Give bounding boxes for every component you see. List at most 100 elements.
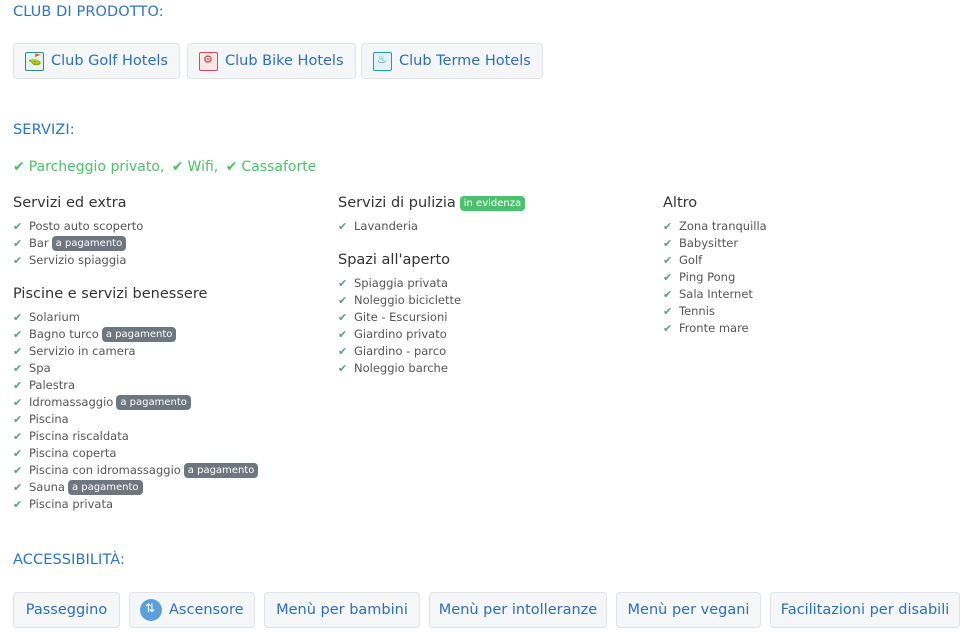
check-icon: ✔: [663, 271, 673, 284]
list-item: ✔ Palestra: [13, 377, 313, 394]
item-label: Fronte mare: [679, 321, 749, 335]
item-label: Piscina coperta: [29, 446, 117, 460]
button-label: Facilitazioni per disabili: [780, 602, 950, 618]
item-label: Sauna: [29, 480, 65, 494]
top-service-item: Parcheggio privato,: [28, 159, 165, 175]
group-title: Servizi ed extra: [13, 195, 127, 211]
button-label: Menù per bambini: [276, 602, 408, 618]
check-icon: ✔: [13, 430, 23, 443]
club-bike-button[interactable]: Club Bike Hotels: [187, 43, 356, 79]
services-column-3: Altro ✔ Zona tranquilla ✔ Babysitter ✔ Golf…: [663, 192, 963, 337]
list-item: ✔ Servizio spiaggia: [13, 252, 313, 269]
club-terme-button[interactable]: Club Terme Hotels: [361, 43, 543, 79]
check-icon: ✔: [338, 277, 348, 290]
passeggino-button[interactable]: Passeggino: [13, 592, 120, 628]
check-icon: ✔: [338, 220, 348, 233]
accessibilita-section-title: ACCESSIBILITÀ:: [13, 552, 126, 568]
item-label: Sala Internet: [679, 287, 753, 301]
item-label: Giardino privato: [354, 327, 447, 341]
item-label: Giardino - parco: [354, 344, 447, 358]
item-label: Idromassaggio: [29, 395, 114, 409]
check-icon: ✔: [171, 159, 184, 175]
check-icon: ✔: [13, 379, 23, 392]
check-icon: ✔: [13, 413, 23, 426]
item-label: Golf: [679, 253, 703, 267]
check-icon: ✔: [13, 447, 23, 460]
item-label: Piscina privata: [29, 497, 114, 511]
check-icon: ✔: [13, 362, 23, 375]
check-icon: ✔: [663, 237, 673, 250]
list-item: ✔ Lavanderia: [338, 218, 638, 235]
club-section-title: CLUB DI PRODOTTO:: [13, 4, 164, 20]
list-item: ✔ Golf: [663, 252, 963, 269]
item-label: Piscina riscaldata: [29, 429, 129, 443]
golf-icon: [25, 51, 44, 71]
list-item: ✔ Ping Pong: [663, 269, 963, 286]
list-item: ✔ Solarium: [13, 309, 313, 326]
services-list: ✔ Solarium ✔ Bagno turco a pagamento ✔ Servi…: [13, 309, 313, 513]
services-list: ✔ Zona tranquilla ✔ Babysitter ✔ Golf ✔ Ping…: [663, 218, 963, 337]
menu-intolleranze-button[interactable]: Menù per intolleranze: [429, 592, 607, 628]
list-item: ✔ Idromassaggio a pagamento: [13, 394, 313, 411]
list-item: ✔ Noleggio barche: [338, 360, 638, 377]
services-column-2: Servizi di pulizia in evidenza ✔ Lavander…: [338, 192, 638, 377]
elevator-icon: [140, 599, 162, 621]
list-item: ✔ Tennis: [663, 303, 963, 320]
paid-badge: a pagamento: [101, 327, 177, 342]
item-label: Palestra: [29, 378, 76, 392]
list-item: ✔ Piscina coperta: [13, 445, 313, 462]
item-label: Zona tranquilla: [679, 219, 767, 233]
item-label: Lavanderia: [354, 219, 418, 233]
group-title: Spazi all'aperto: [338, 252, 450, 268]
item-label: Noleggio barche: [354, 361, 448, 375]
paid-badge: a pagamento: [116, 395, 191, 410]
list-item: ✔ Bar a pagamento: [13, 235, 313, 252]
accessibility-buttons-row: Passeggino Ascensore Menù per bambini Me…: [13, 592, 965, 630]
list-item: ✔ Noleggio biciclette: [338, 292, 638, 309]
item-label: Spa: [29, 361, 51, 375]
check-icon: ✔: [13, 464, 23, 477]
menu-bambini-button[interactable]: Menù per bambini: [264, 592, 420, 628]
check-icon: ✔: [338, 345, 348, 358]
paid-badge: a pagamento: [183, 463, 259, 478]
club-buttons-row: Club Golf Hotels Club Bike Hotels Club T…: [13, 43, 573, 81]
button-label: Menù per intolleranze: [438, 602, 598, 618]
paid-badge: a pagamento: [67, 480, 143, 495]
list-item: ✔ Sauna a pagamento: [13, 479, 313, 496]
group-title: Altro: [663, 195, 698, 211]
list-item: ✔ Fronte mare: [663, 320, 963, 337]
list-item: ✔ Posto auto scoperto: [13, 218, 313, 235]
check-icon: ✔: [13, 498, 23, 511]
check-icon: ✔: [338, 311, 348, 324]
group-title: Piscine e servizi benessere: [13, 286, 208, 302]
check-icon: ✔: [225, 159, 238, 175]
services-list: ✔ Spiaggia privata ✔ Noleggio biciclette ✔…: [338, 275, 638, 377]
top-service-item: Wifi,: [187, 159, 219, 175]
check-icon: ✔: [663, 305, 673, 318]
check-icon: ✔: [338, 328, 348, 341]
check-icon: ✔: [13, 159, 25, 175]
club-golf-label: Club Golf Hotels: [51, 53, 168, 69]
check-icon: ✔: [663, 322, 673, 335]
terme-icon: [373, 51, 392, 71]
check-icon: ✔: [13, 311, 23, 324]
check-icon: ✔: [13, 481, 23, 494]
check-icon: ✔: [663, 288, 673, 301]
check-icon: ✔: [13, 396, 23, 409]
item-label: Servizio in camera: [29, 344, 136, 358]
facilitazioni-disabili-button[interactable]: Facilitazioni per disabili: [770, 592, 960, 628]
check-icon: ✔: [338, 294, 348, 307]
bike-icon: [199, 51, 218, 71]
list-item: ✔ Giardino - parco: [338, 343, 638, 360]
list-item: ✔ Piscina: [13, 411, 313, 428]
button-label: Ascensore: [169, 602, 244, 618]
item-label: Bar: [29, 236, 49, 250]
services-column-1: Servizi ed extra ✔ Posto auto scoperto ✔ B…: [13, 192, 313, 513]
check-icon: ✔: [13, 328, 23, 341]
club-golf-button[interactable]: Club Golf Hotels: [13, 43, 180, 79]
list-item: ✔ Spiaggia privata: [338, 275, 638, 292]
ascensore-button[interactable]: Ascensore: [129, 592, 255, 628]
menu-vegani-button[interactable]: Menù per vegani: [616, 592, 761, 628]
club-bike-label: Club Bike Hotels: [225, 53, 344, 69]
item-label: Piscina: [29, 412, 69, 426]
